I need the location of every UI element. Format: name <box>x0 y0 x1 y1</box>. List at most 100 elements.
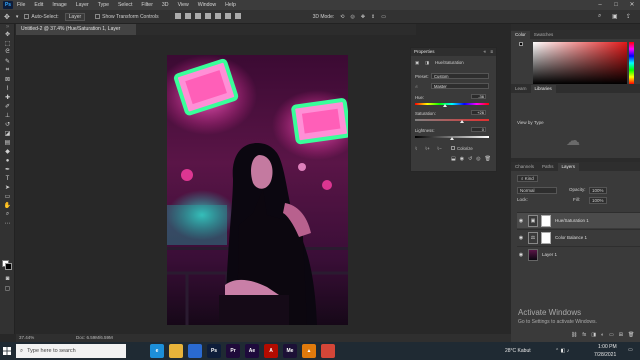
colorize-option[interactable]: Colorize <box>451 146 473 151</box>
panel-menu-icon[interactable]: ≡ <box>490 48 493 56</box>
preset-dropdown[interactable]: Custom <box>431 73 489 79</box>
healing-brush-tool-icon[interactable]: ✚ <box>0 93 15 102</box>
layer-mask-thumbnail[interactable] <box>541 214 551 227</box>
crop-tool-icon[interactable]: ⌗ <box>0 66 15 75</box>
align-right-icon[interactable] <box>194 12 201 19</box>
path-selection-tool-icon[interactable]: ➤ <box>0 183 15 192</box>
visibility-eye-icon[interactable]: ◉ <box>517 235 525 241</box>
channel-dropdown[interactable]: Master <box>431 83 489 89</box>
menu-view[interactable]: View <box>178 2 189 8</box>
layer-row[interactable]: ◉ Layer 1 <box>517 246 640 262</box>
zoom-tool-icon[interactable]: ⌕ <box>0 210 15 219</box>
tab-learn[interactable]: Learn <box>511 85 531 93</box>
canvas-image[interactable] <box>167 55 348 325</box>
menu-help[interactable]: Help <box>225 2 236 8</box>
blur-tool-icon[interactable]: ◆ <box>0 147 15 156</box>
after-effects-icon[interactable]: Ae <box>245 344 259 358</box>
tab-layers[interactable]: Layers <box>557 163 580 171</box>
targeted-adjustment-icon[interactable]: ☝ <box>415 84 418 90</box>
eyedropper-subtract-icon[interactable]: ⌇− <box>437 146 442 152</box>
color-hue-strip[interactable] <box>629 42 634 84</box>
layer-thumbnail[interactable] <box>528 248 538 261</box>
lasso-tool-icon[interactable]: ᘓ <box>0 48 15 57</box>
reset-icon[interactable]: ↺ <box>468 156 472 166</box>
rectangle-tool-icon[interactable]: ▭ <box>0 192 15 201</box>
eyedropper-tool-icon[interactable]: ⌇ <box>0 84 15 93</box>
store-icon[interactable] <box>188 344 202 358</box>
taskbar-search-box[interactable]: ⌕ Type here to search <box>16 344 126 358</box>
lightness-value-input[interactable]: 0 <box>471 127 486 132</box>
menu-type[interactable]: Type <box>98 2 109 8</box>
tab-swatches[interactable]: Swatches <box>530 31 558 39</box>
visibility-eye-icon[interactable]: ◉ <box>517 218 525 224</box>
menu-filter[interactable]: Filter <box>141 2 153 8</box>
file-explorer-icon[interactable] <box>169 344 183 358</box>
new-layer-icon[interactable]: ⊞ <box>619 332 623 338</box>
notification-icon[interactable]: ▭ <box>628 347 633 353</box>
quick-mask-icon[interactable]: ◙ <box>0 274 15 283</box>
fill-input[interactable]: 100% <box>589 197 607 204</box>
acrobat-icon[interactable]: A <box>264 344 278 358</box>
gradient-tool-icon[interactable]: ▤ <box>0 138 15 147</box>
link-layers-icon[interactable]: ⛓ <box>571 332 577 338</box>
align-middle-icon[interactable] <box>214 12 221 19</box>
delete-layer-icon[interactable]: 🗑 <box>628 332 634 338</box>
clock-time[interactable]: 1:00 PM <box>598 344 617 350</box>
opacity-input[interactable]: 100% <box>589 187 607 194</box>
lightness-slider-thumb[interactable] <box>450 137 454 140</box>
windows-start-icon[interactable] <box>0 342 14 360</box>
menu-edit[interactable]: Edit <box>34 2 43 8</box>
zoom-level[interactable]: 37.44% <box>19 335 34 340</box>
layer-name[interactable]: Hue/Saturation 1 <box>555 218 589 223</box>
layer-name[interactable]: Layer 1 <box>542 252 557 257</box>
document-tab[interactable]: Untitled-2 @ 37.4% (Hue/Saturation 1, La… <box>16 24 136 43</box>
layer-filter-dropdown[interactable]: ⌕ Kind <box>517 175 538 182</box>
eyedropper-icon[interactable]: ⌇ <box>415 146 417 152</box>
visibility-eye-icon[interactable]: ◉ <box>517 252 525 258</box>
pen-tool-icon[interactable]: ✒ <box>0 165 15 174</box>
mask-icon[interactable]: ◨ <box>425 60 429 66</box>
saturation-slider-thumb[interactable] <box>459 120 464 123</box>
layer-row[interactable]: ◉ ▣ Hue/Saturation 1 <box>517 212 640 228</box>
menu-file[interactable]: File <box>17 2 25 8</box>
eyedropper-add-icon[interactable]: ⌇+ <box>425 146 430 152</box>
hand-tool-icon[interactable]: ✋ <box>0 201 15 210</box>
minimize-icon[interactable]: – <box>592 0 608 10</box>
more-tools-icon[interactable]: ⋯ <box>0 219 15 228</box>
layer-name[interactable]: Color Balance 1 <box>555 235 587 240</box>
quick-selection-tool-icon[interactable]: ✎ <box>0 57 15 66</box>
menu-3d[interactable]: 3D <box>162 2 169 8</box>
tool-preset-icon[interactable]: ▾ <box>16 14 19 20</box>
edge-icon[interactable]: e <box>150 344 164 358</box>
tab-libraries[interactable]: Libraries <box>530 85 556 93</box>
tray-icons[interactable]: ⌃ ◧ ♪ <box>555 348 569 354</box>
media-encoder-icon[interactable]: Me <box>283 344 297 358</box>
blend-mode-dropdown[interactable]: Normal <box>517 187 557 194</box>
task-view-icon[interactable] <box>131 344 145 358</box>
premiere-icon[interactable]: Pr <box>226 344 240 358</box>
auto-select-option[interactable]: Auto-Select: <box>24 13 59 20</box>
hue-slider-track[interactable] <box>415 103 489 105</box>
align-center-icon[interactable] <box>184 12 191 19</box>
3d-scale-icon[interactable]: ▭ <box>381 14 386 20</box>
tab-paths[interactable]: Paths <box>538 163 558 171</box>
hue-slider-thumb[interactable] <box>442 104 447 107</box>
show-transform-option[interactable]: Show Transform Controls <box>95 14 159 20</box>
doc-size[interactable]: Doc: 6.59M/6.59M <box>76 335 113 340</box>
foreground-color-swatch[interactable] <box>5 263 12 270</box>
color-fg-swatch[interactable] <box>519 42 523 46</box>
color-picker-field[interactable] <box>533 42 627 84</box>
marquee-tool-icon[interactable]: ⬚ <box>0 39 15 48</box>
tab-channels[interactable]: Channels <box>511 163 538 171</box>
clip-to-layer-icon[interactable]: ⬓ <box>451 156 456 166</box>
move-tool-icon[interactable]: ✥ <box>4 13 10 21</box>
tab-color[interactable]: Color <box>511 31 530 39</box>
brush-tool-icon[interactable]: ✐ <box>0 102 15 111</box>
auto-select-checkbox[interactable] <box>24 13 30 19</box>
panel-collapse-icon[interactable]: « <box>483 48 486 56</box>
layer-mask-thumbnail[interactable] <box>541 231 551 244</box>
3d-rotate-icon[interactable]: ⟲ <box>340 14 344 20</box>
more-options-icon[interactable] <box>234 12 241 19</box>
3d-roll-icon[interactable]: ◎ <box>350 14 354 20</box>
frame-tool-icon[interactable]: ⊠ <box>0 75 15 84</box>
